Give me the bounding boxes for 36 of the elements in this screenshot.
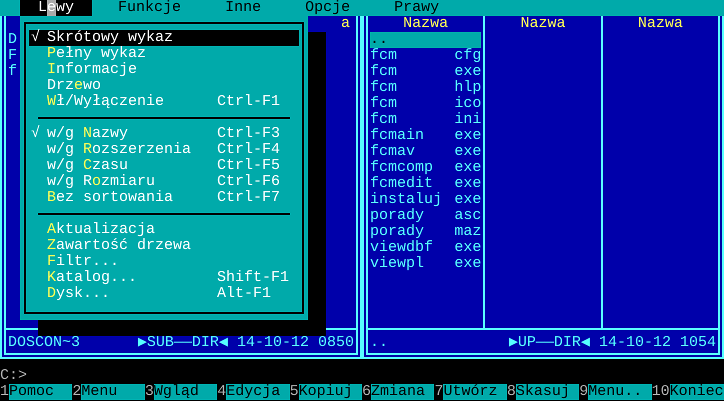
file-row[interactable]: fcm cfg bbox=[370, 48, 482, 64]
file-row[interactable]: fcmav exe bbox=[370, 144, 482, 160]
status-time: 0850 bbox=[318, 335, 354, 351]
file-row[interactable]: fcmcomp exe bbox=[370, 160, 482, 176]
status-date: 14-10-12 bbox=[236, 335, 309, 351]
file-row[interactable]: instaluj exe bbox=[370, 192, 482, 208]
column-header: Nazwa bbox=[638, 15, 683, 32]
status-filename: DOSCON~3 bbox=[8, 335, 82, 351]
status-filename: .. bbox=[370, 335, 390, 351]
file-row[interactable]: fcm exe bbox=[370, 64, 482, 80]
menu-bar-item[interactable]: Prawy bbox=[376, 0, 458, 16]
status-time: 1054 bbox=[680, 335, 716, 351]
menu-bar-item[interactable]: Funkcje bbox=[100, 0, 200, 16]
check-mark: √ bbox=[31, 29, 40, 46]
file-row[interactable]: viewpl exe bbox=[370, 256, 482, 272]
file-row[interactable]: fcm hlp bbox=[370, 80, 482, 96]
status-type: ▶SUB——DIR◀ bbox=[138, 335, 228, 351]
file-row[interactable]: viewdbf exe bbox=[370, 240, 482, 256]
check-mark: √ bbox=[31, 125, 40, 142]
status-type: ▶UP——DIR◀ bbox=[508, 335, 590, 351]
status-date: 14-10-12 bbox=[598, 335, 671, 351]
menu-bar-item[interactable]: Lewy bbox=[20, 0, 92, 16]
file-row[interactable]: fcm ico bbox=[370, 96, 482, 112]
file-row[interactable]: .. bbox=[370, 32, 482, 48]
file-row[interactable]: fcmedit exe bbox=[370, 176, 482, 192]
menu-bar-item[interactable]: Opcje bbox=[287, 0, 368, 16]
menu-item[interactable]: √ Skrótowy wykaz bbox=[29, 30, 299, 46]
file-row[interactable]: porady maz bbox=[370, 224, 482, 240]
file-row[interactable]: porady asc bbox=[370, 208, 482, 224]
file-row[interactable]: fcmain exe bbox=[370, 128, 482, 144]
column-header-fragment: a bbox=[340, 15, 350, 32]
column-header: Nazwa bbox=[520, 15, 566, 32]
file-row[interactable]: fcm ini bbox=[370, 112, 482, 128]
command-prompt[interactable]: C:> bbox=[0, 368, 724, 384]
menu-bar-item[interactable]: Inne bbox=[207, 0, 280, 16]
column-header: Nazwa bbox=[403, 15, 448, 32]
